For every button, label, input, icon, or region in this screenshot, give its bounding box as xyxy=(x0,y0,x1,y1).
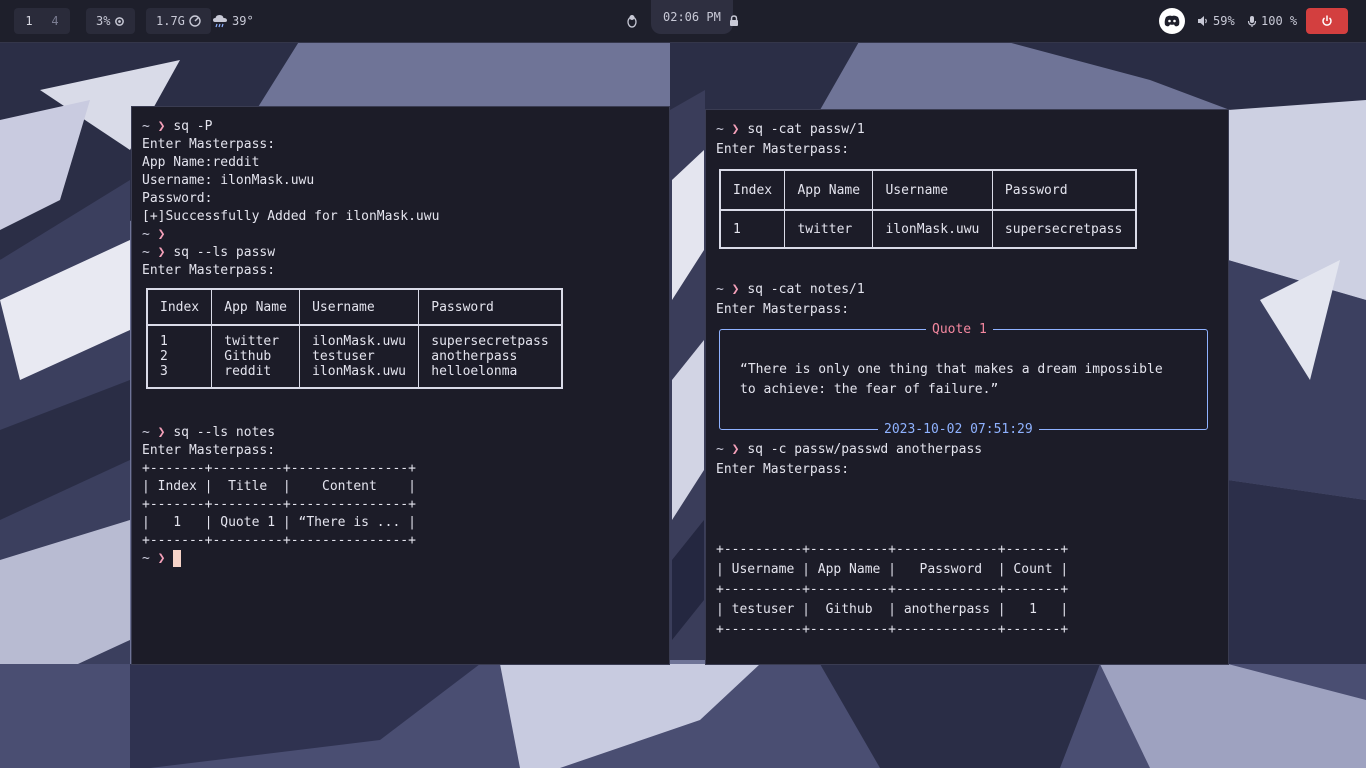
mic-module[interactable]: 100 % xyxy=(1247,8,1297,34)
notes-table-line: | 1 | Quote 1 | “There is ... | xyxy=(142,515,416,530)
linux-tux-icon xyxy=(626,8,638,34)
output-line: App Name:reddit xyxy=(142,155,260,170)
output-line: Enter Masterpass: xyxy=(716,142,850,157)
table-header-row: Index App Name Username Password xyxy=(720,170,1136,211)
note-body-line: “There is only one thing that makes a dr… xyxy=(740,362,1163,377)
table-cell: twitter xyxy=(784,210,873,248)
terminal-left[interactable]: ~ ❯ sq -P Enter Masterpass: App Name:red… xyxy=(131,106,670,665)
discord-tray[interactable] xyxy=(1159,8,1185,34)
table-cell: testuser xyxy=(299,349,419,364)
terminal-right[interactable]: ~ ❯ sq -cat passw/1 Enter Masterpass: In… xyxy=(705,109,1229,665)
column-header: Username xyxy=(299,289,419,326)
output-line: Enter Masterpass: xyxy=(716,302,850,317)
table-cell: supersecretpass xyxy=(418,325,562,349)
column-header: Password xyxy=(418,289,562,326)
table-cell: reddit xyxy=(211,364,300,388)
table-cell: 2 xyxy=(160,349,168,364)
table-row: 1 twitter ilonMask.uwu supersecretpass xyxy=(720,210,1136,248)
discord-icon xyxy=(1159,8,1185,34)
note-timestamp: 2023-10-02 07:51:29 xyxy=(878,421,1039,439)
note-title: Quote 1 xyxy=(926,321,993,339)
power-button[interactable] xyxy=(1306,8,1348,34)
prompt-line: ~ ❯ sq --ls passw xyxy=(142,245,276,260)
cpu-value: 3% xyxy=(96,14,111,28)
count-table-line: | Username | App Name | Password | Count… xyxy=(716,562,1069,577)
table-cell: ilonMask.uwu xyxy=(299,325,419,349)
table-cell: ilonMask.uwu xyxy=(872,210,993,248)
volume-value: 59% xyxy=(1213,14,1235,28)
table-header-row: Index App Name Username Password xyxy=(147,289,562,326)
workspace-1[interactable]: 1 xyxy=(16,14,42,28)
table-cell: helloelonma xyxy=(418,364,562,388)
microphone-icon xyxy=(1247,15,1257,28)
workspace-switcher: 1 4 xyxy=(14,8,70,34)
table-cell: 3 xyxy=(160,364,168,379)
prompt-line: ~ ❯ xyxy=(142,227,166,242)
output-line: Enter Masterpass: xyxy=(716,462,850,477)
table-cell: anotherpass xyxy=(418,349,562,364)
prompt-line: ~ ❯ sq -P xyxy=(142,119,213,134)
speaker-icon xyxy=(1197,15,1209,27)
prompt-line: ~ ❯ sq --ls notes xyxy=(142,425,276,440)
text-cursor xyxy=(173,550,182,567)
table-cell: supersecretpass xyxy=(991,210,1136,248)
count-table-line: +----------+----------+-------------+---… xyxy=(716,622,1069,637)
output-line: Enter Masterpass: xyxy=(142,263,276,278)
column-header: Index xyxy=(720,170,785,211)
passwords-table: Index App Name Username Password 1 twitt… xyxy=(146,288,563,389)
output-line: Enter Masterpass: xyxy=(142,443,276,458)
table-cell: ilonMask.uwu xyxy=(299,364,419,388)
weather-module[interactable]: 39° xyxy=(212,8,254,34)
active-prompt[interactable]: ~ ❯ xyxy=(142,550,182,568)
clock[interactable]: 02:06 PM xyxy=(651,0,733,34)
workspace-4[interactable]: 4 xyxy=(42,14,68,28)
output-line: Enter Masterpass: xyxy=(142,137,276,152)
note-body-line: to achieve: the fear of failure.” xyxy=(740,382,999,397)
rain-cloud-icon xyxy=(212,14,228,28)
output-line: Password: xyxy=(142,191,213,206)
weather-temp: 39° xyxy=(232,14,254,28)
table-cell: Github xyxy=(211,349,300,364)
clock-time: 02:06 PM xyxy=(663,10,721,24)
count-table-line: +----------+----------+-------------+---… xyxy=(716,582,1069,597)
top-status-bar: 1 4 3% 1.7G 39° 02:06 PM 59% 100 % xyxy=(0,0,1366,43)
output-line: Username: ilonMask.uwu xyxy=(142,173,315,188)
table-row: 2 Github testuser anotherpass xyxy=(147,349,562,364)
table-cell: 1 xyxy=(160,334,168,349)
table-cell: twitter xyxy=(211,325,300,349)
prompt-line: ~ ❯ sq -cat notes/1 xyxy=(716,282,865,297)
memory-module[interactable]: 1.7G xyxy=(146,8,211,34)
cpu-module[interactable]: 3% xyxy=(86,8,136,34)
power-icon xyxy=(1306,8,1348,34)
gauge-icon xyxy=(189,15,201,27)
table-cell: 1 xyxy=(733,221,741,237)
count-table-line: | testuser | Github | anotherpass | 1 | xyxy=(716,602,1069,617)
notes-table-line: | Index | Title | Content | xyxy=(142,479,416,494)
gear-icon xyxy=(114,16,125,27)
volume-module[interactable]: 59% xyxy=(1197,8,1235,34)
prompt-line: ~ ❯ sq -c passw/passwd anotherpass xyxy=(716,442,983,457)
column-header: App Name xyxy=(784,170,873,211)
output-line: [+]Successfully Added for ilonMask.uwu xyxy=(142,209,440,224)
mic-value: 100 % xyxy=(1261,14,1298,28)
table-row: 3 reddit ilonMask.uwu helloelonma xyxy=(147,364,562,388)
table-row: 1 twitter ilonMask.uwu supersecretpass xyxy=(147,325,562,349)
notes-table-line: +-------+---------+---------------+ xyxy=(142,533,416,548)
column-header: Password xyxy=(991,170,1136,211)
column-header: Index xyxy=(147,289,212,326)
column-header: Username xyxy=(872,170,993,211)
notes-table-line: +-------+---------+---------------+ xyxy=(142,497,416,512)
note-card xyxy=(719,329,1208,430)
column-header: App Name xyxy=(211,289,300,326)
cat-password-table: Index App Name Username Password 1 twitt… xyxy=(719,169,1137,249)
count-table-line: +----------+----------+-------------+---… xyxy=(716,542,1069,557)
lock-icon[interactable] xyxy=(729,8,739,34)
notes-table-line: +-------+---------+---------------+ xyxy=(142,461,416,476)
prompt-line: ~ ❯ sq -cat passw/1 xyxy=(716,122,865,137)
memory-value: 1.7G xyxy=(156,14,185,28)
